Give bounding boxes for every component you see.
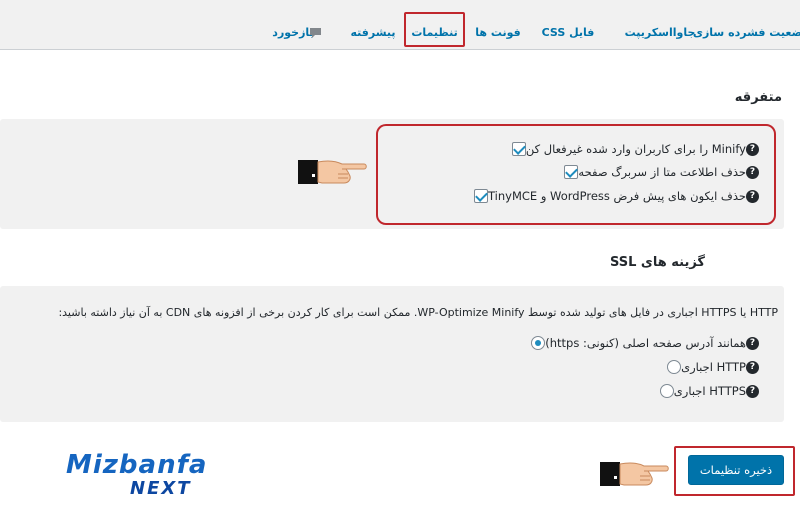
save-settings-button[interactable]: ذخیره تنظیمات	[688, 455, 784, 485]
pointing-hand-icon	[298, 156, 368, 191]
pointing-hand-icon	[600, 458, 670, 493]
ssl-option-force-https[interactable]: HTTPS اجباری ?	[654, 382, 765, 400]
radio-force-http[interactable]	[667, 360, 682, 374]
ssl-option-force-http[interactable]: HTTP اجباری ?	[661, 358, 765, 376]
feedback-label: بازخورد	[272, 25, 314, 39]
tab-fonts[interactable]: فونت ها	[475, 14, 520, 50]
misc-options-highlight	[376, 124, 776, 225]
mizbanfa-logo: Mizbanfa	[66, 450, 208, 480]
tab-compression-status[interactable]: وضعیت فشرده سازی	[693, 14, 800, 50]
option-label: HTTPS اجباری	[673, 384, 746, 398]
option-label: همانند آدرس صفحه اصلی (کنونی: https)	[545, 336, 746, 350]
comment-icon	[309, 27, 322, 42]
mizbanfa-logo-next: NEXT	[130, 478, 192, 499]
radio-force-https[interactable]	[659, 384, 674, 398]
tab-bar: وضعیت فشرده سازی جاوااسکریپت فایل CSS فو…	[0, 0, 800, 50]
tab-css[interactable]: فایل CSS	[540, 14, 596, 50]
radio-same-as-home[interactable]	[531, 336, 546, 350]
help-icon[interactable]: ?	[746, 336, 759, 350]
misc-section-title: متفرقه	[734, 90, 782, 105]
help-icon[interactable]: ?	[746, 360, 759, 374]
tab-advanced[interactable]: پیشرفته	[348, 14, 398, 50]
tab-javascript[interactable]: جاوااسکریپت	[615, 14, 705, 50]
ssl-description: HTTP یا HTTPS اجباری در فایل های تولید ش…	[58, 306, 778, 319]
ssl-section-title: گزینه های SSL	[609, 255, 705, 270]
help-icon[interactable]: ?	[746, 384, 759, 398]
ssl-option-same-as-home[interactable]: همانند آدرس صفحه اصلی (کنونی: https) ?	[525, 334, 765, 352]
settings-tab-highlight	[404, 12, 465, 47]
option-label: HTTP اجباری	[681, 360, 746, 374]
